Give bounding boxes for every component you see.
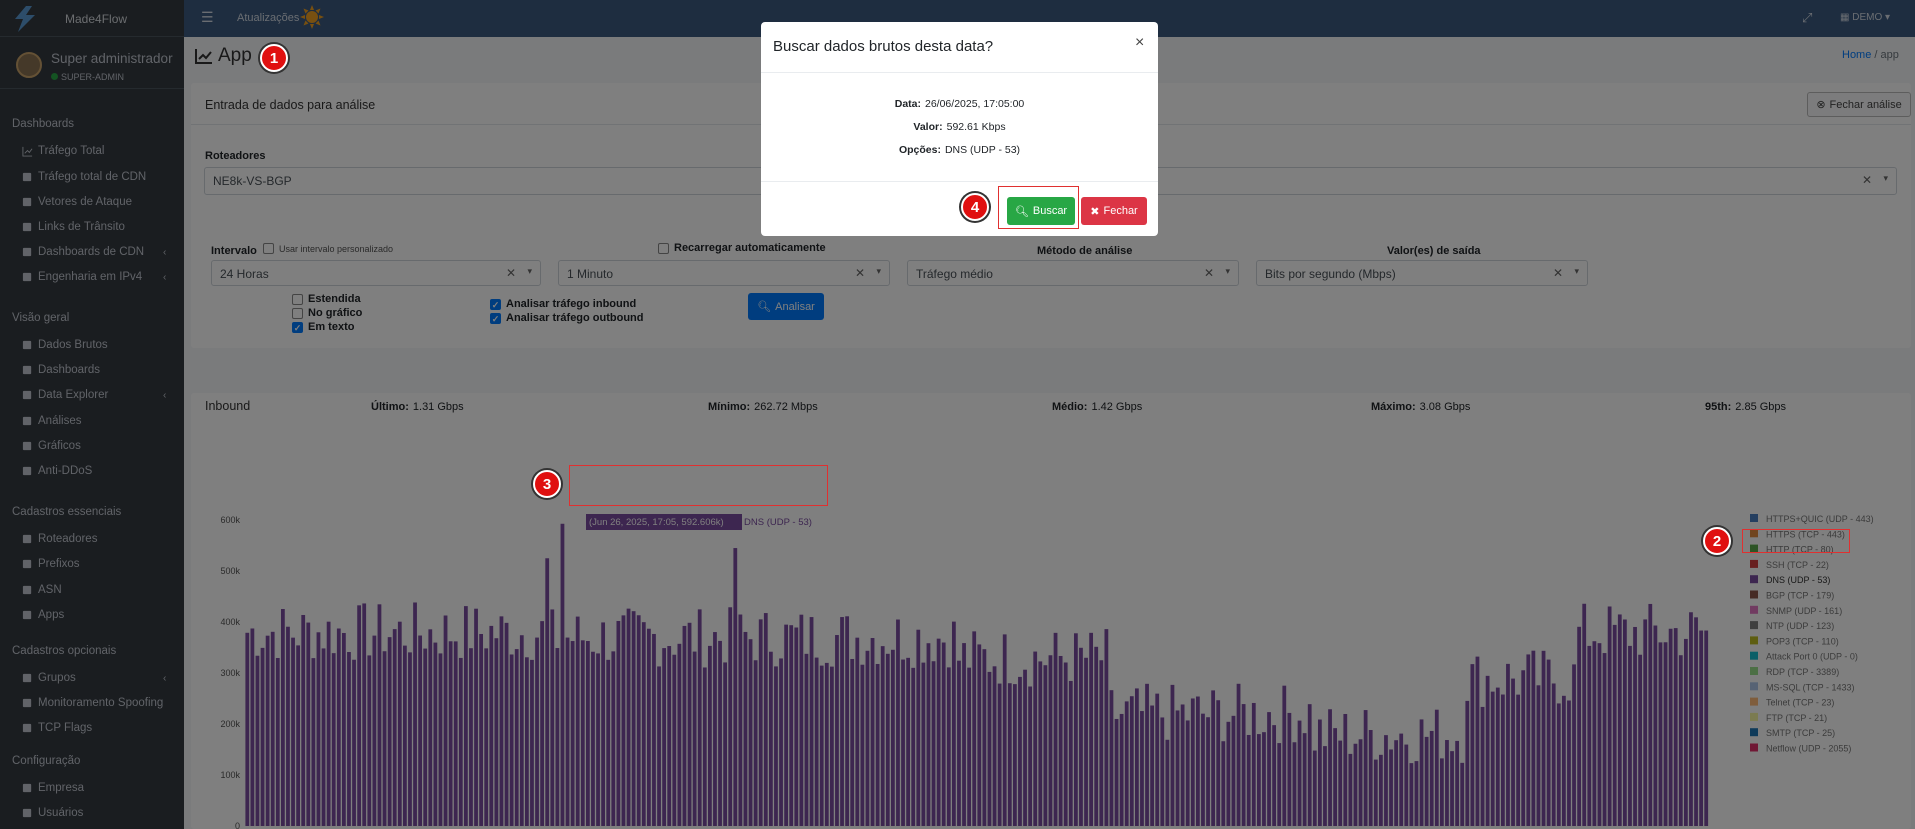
- modal-close-icon[interactable]: ×: [1135, 34, 1144, 52]
- modal-field-label: Opções:: [898, 144, 941, 156]
- annotation-badge-2: 2: [1703, 527, 1731, 555]
- modal-field-1: Valor: 592.61 Kbps: [761, 121, 1158, 133]
- annotation-box-legend: [1742, 529, 1850, 553]
- modal-field-label: Valor:: [913, 121, 943, 133]
- modal-field-0: Data: 26/06/2025, 17:05:00: [761, 98, 1158, 110]
- modal-field-value: DNS (UDP - 53): [944, 144, 1021, 156]
- modal-field-value: 592.61 Kbps: [946, 121, 1006, 133]
- confirm-modal: Buscar dados brutos desta data? × Data: 2…: [761, 22, 1158, 236]
- annotation-box-tooltip: [569, 465, 828, 506]
- modal-field-2: Opções: DNS (UDP - 53): [761, 144, 1158, 156]
- annotation-badge-3: 3: [533, 470, 561, 498]
- modal-field-label: Data:: [894, 98, 921, 110]
- modal-field-value: 26/06/2025, 17:05:00: [925, 98, 1025, 110]
- annotation-badge-1: 1: [260, 44, 288, 72]
- annotation-badge-4: 4: [961, 193, 989, 221]
- modal-title: Buscar dados brutos desta data?: [773, 38, 994, 55]
- annotation-box-search: [998, 186, 1079, 229]
- close-icon: ✖: [1090, 205, 1100, 218]
- close-button[interactable]: ✖ Fechar: [1081, 197, 1147, 225]
